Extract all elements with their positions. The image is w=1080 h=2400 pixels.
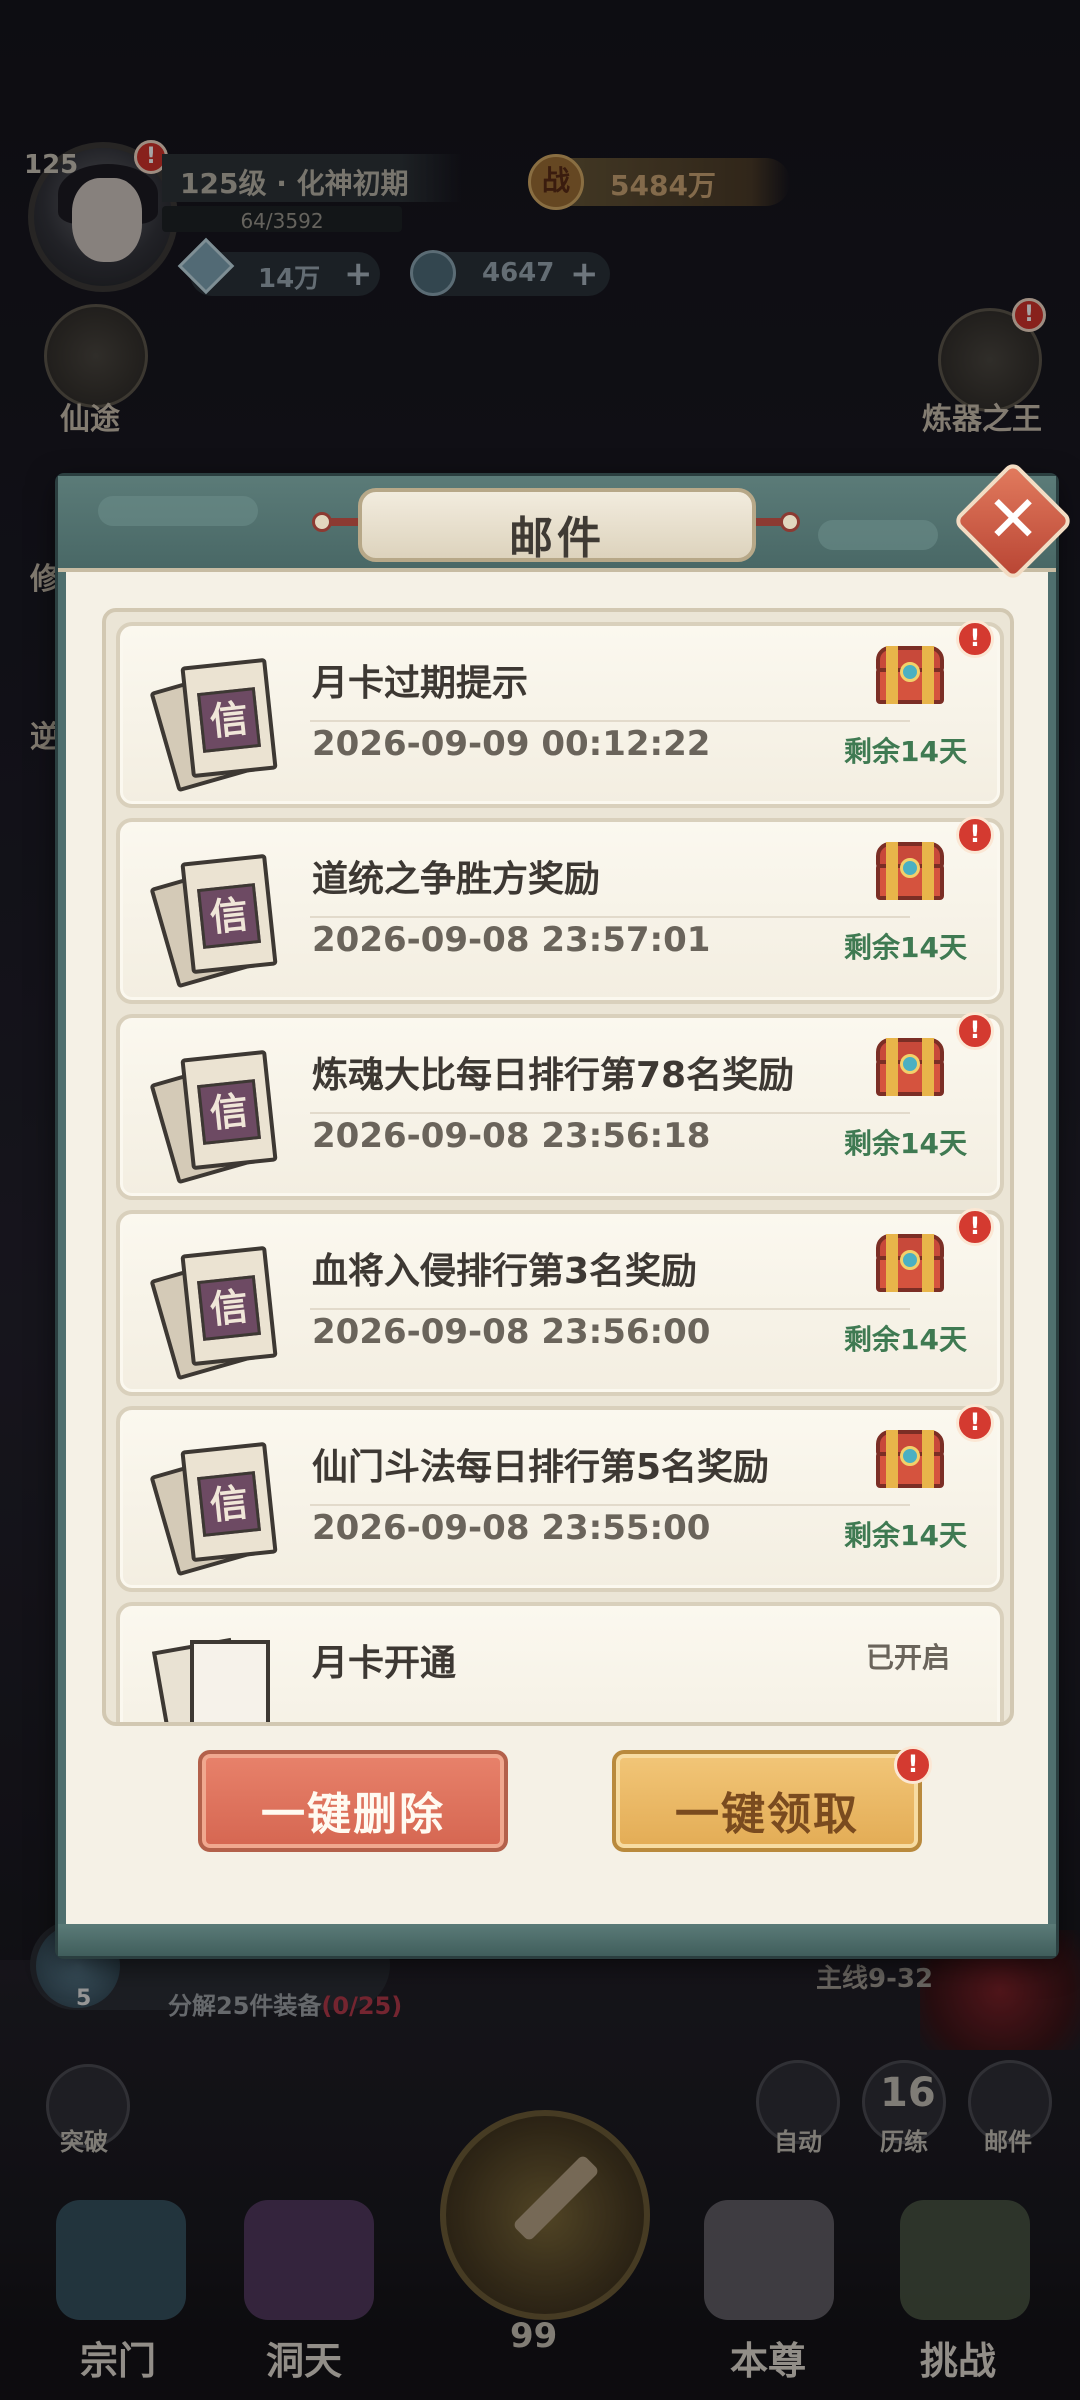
letter-icon: 信	[149, 1438, 278, 1577]
letter-seal: 信	[197, 1275, 261, 1341]
mail-time: 2026-09-08 23:57:01	[312, 920, 711, 960]
claim-all-button[interactable]: 一键领取	[612, 1750, 922, 1852]
mail-title: 血将入侵排行第3名奖励	[312, 1251, 698, 1292]
mail-list[interactable]: 信 月卡过期提示 2026-09-09 00:12:22 剩余14天 信 道统之…	[102, 608, 1014, 1726]
mail-expiry: 剩余14天	[844, 1127, 967, 1160]
mail-expiry: 剩余14天	[844, 1519, 967, 1552]
letter-seal: 信	[197, 1471, 261, 1537]
mail-expiry: 剩余14天	[844, 735, 967, 768]
mail-dialog-footer-band	[58, 1924, 1056, 1956]
delete-all-label: 一键删除	[261, 1789, 445, 1840]
mail-time: 2026-09-08 23:56:00	[312, 1312, 711, 1352]
mail-item[interactable]: 信 道统之争胜方奖励 2026-09-08 23:57:01 剩余14天	[116, 818, 1004, 1004]
mail-status: 已开启	[866, 1641, 951, 1674]
mail-title: 仙门斗法每日排行第5名奖励	[312, 1447, 770, 1488]
mail-time: 2026-09-09 00:12:22	[312, 724, 711, 764]
letter-icon: 信	[149, 1242, 278, 1381]
letter-icon: 信	[149, 654, 278, 793]
mail-time: 2026-09-08 23:56:18	[312, 1116, 711, 1156]
mail-time: 2026-09-08 23:55:00	[312, 1508, 711, 1548]
treasure-chest-icon	[876, 1038, 944, 1096]
mail-title: 道统之争胜方奖励	[312, 859, 601, 900]
unread-badge: !	[956, 816, 994, 854]
mail-title: 月卡过期提示	[312, 663, 529, 704]
mail-dialog: 邮件 ✕ 信 月卡过期提示 2026-09-09 00:12:22 剩余14天 …	[58, 460, 1074, 1956]
letter-seal: 信	[197, 883, 261, 949]
delete-all-button[interactable]: 一键删除	[198, 1750, 508, 1852]
unread-badge: !	[956, 1012, 994, 1050]
dialog-title: 邮件	[509, 513, 605, 564]
header-cloud	[98, 496, 258, 526]
mail-expiry: 剩余14天	[844, 931, 967, 964]
title-knot-right	[780, 512, 800, 532]
mail-item[interactable]: 信 炼魂大比每日排行第78名奖励 2026-09-08 23:56:18 剩余1…	[116, 1014, 1004, 1200]
unread-badge: !	[956, 620, 994, 658]
title-knot-left	[312, 512, 332, 532]
treasure-chest-icon	[876, 1234, 944, 1292]
mail-expiry: 剩余14天	[844, 1323, 967, 1356]
mail-item[interactable]: 信 仙门斗法每日排行第5名奖励 2026-09-08 23:55:00 剩余14…	[116, 1406, 1004, 1592]
mail-title: 月卡开通	[312, 1643, 457, 1684]
mail-title: 炼魂大比每日排行第78名奖励	[312, 1055, 795, 1096]
letter-seal: 信	[197, 1079, 261, 1145]
unread-badge: !	[956, 1404, 994, 1442]
treasure-chest-icon	[876, 842, 944, 900]
treasure-chest-icon	[876, 1430, 944, 1488]
mail-item[interactable]: 月卡开通 已开启	[116, 1602, 1004, 1722]
mail-item[interactable]: 信 月卡过期提示 2026-09-09 00:12:22 剩余14天	[116, 622, 1004, 808]
treasure-chest-icon	[876, 646, 944, 704]
unread-badge: !	[956, 1208, 994, 1246]
letter-icon: 信	[149, 850, 278, 989]
opened-letter-icon	[151, 1634, 280, 1722]
mail-item[interactable]: 信 血将入侵排行第3名奖励 2026-09-08 23:56:00 剩余14天	[116, 1210, 1004, 1396]
letter-icon: 信	[149, 1046, 278, 1185]
claim-all-label: 一键领取	[675, 1789, 859, 1840]
close-icon[interactable]: ✕	[970, 478, 1056, 564]
letter-seal: 信	[197, 687, 261, 753]
claim-all-badge: !	[894, 1746, 932, 1784]
header-cloud	[818, 520, 938, 550]
